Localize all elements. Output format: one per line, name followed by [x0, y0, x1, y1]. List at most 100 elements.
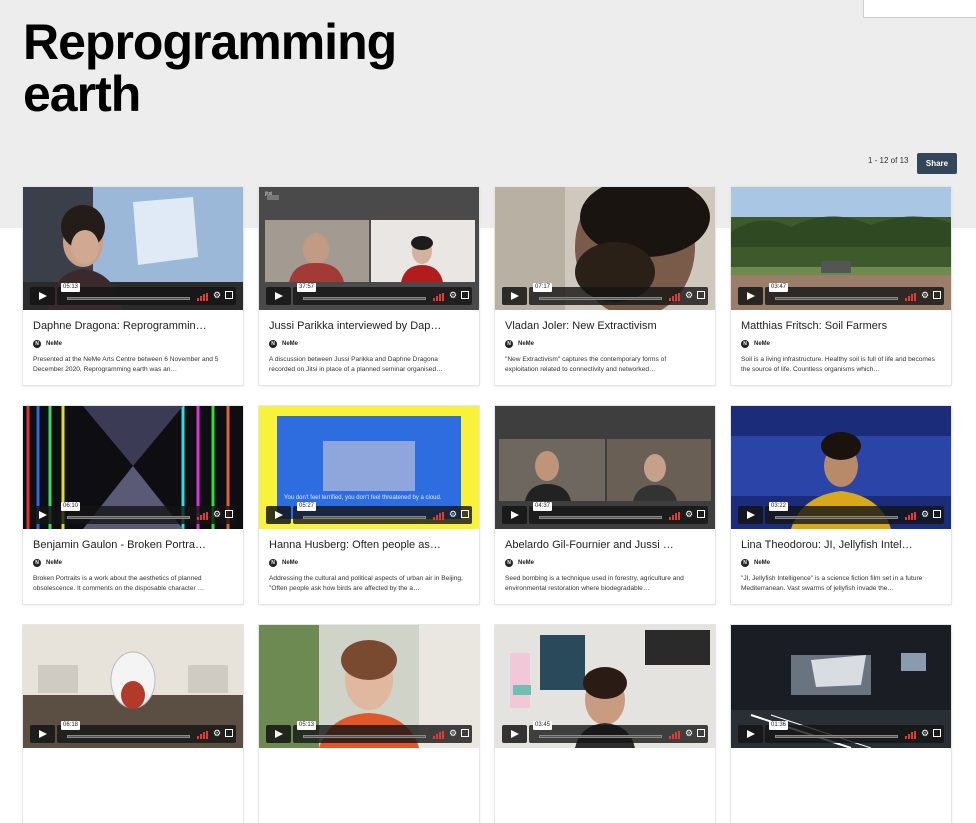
- video-title[interactable]: Matthias Fritsch: Soil Farmers: [741, 320, 943, 332]
- settings-gear-icon[interactable]: ⚙: [921, 729, 930, 738]
- volume-icon[interactable]: [197, 293, 209, 301]
- play-button[interactable]: [266, 506, 291, 524]
- video-thumbnail[interactable]: 07:17 ⚙: [495, 187, 715, 310]
- settings-gear-icon[interactable]: ⚙: [449, 729, 458, 738]
- settings-gear-icon[interactable]: ⚙: [685, 510, 694, 519]
- settings-gear-icon[interactable]: ⚙: [921, 291, 930, 300]
- video-card[interactable]: 05:13 ⚙ Daphne Dragona: Reprogrammin… N …: [23, 187, 243, 385]
- seek-bar[interactable]: [303, 735, 426, 738]
- settings-gear-icon[interactable]: ⚙: [921, 510, 930, 519]
- video-title[interactable]: Lina Theodorou: JI, Jellyfish Intel…: [741, 539, 943, 551]
- channel-info[interactable]: N NeMe: [505, 558, 534, 568]
- video-thumbnail[interactable]: 03:45 ⚙: [495, 625, 715, 748]
- video-title[interactable]: Hanna Husberg: Often people as…: [269, 539, 471, 551]
- search-input[interactable]: [863, 0, 976, 18]
- channel-info[interactable]: N NeMe: [33, 339, 62, 349]
- video-thumbnail[interactable]: 05:13 ⚙: [259, 625, 479, 748]
- play-button[interactable]: [738, 725, 763, 743]
- fullscreen-icon[interactable]: [225, 729, 233, 737]
- share-button[interactable]: Share: [917, 153, 957, 174]
- video-title[interactable]: Abelardo Gil-Fournier and Jussi …: [505, 539, 707, 551]
- fullscreen-icon[interactable]: [933, 510, 941, 518]
- video-card[interactable]: 06:18 ⚙: [23, 625, 243, 823]
- fullscreen-icon[interactable]: [697, 510, 705, 518]
- video-title[interactable]: Vladan Joler: New Extractivism: [505, 320, 707, 332]
- channel-name[interactable]: NeMe: [46, 341, 62, 347]
- channel-info[interactable]: N NeMe: [33, 558, 62, 568]
- video-title[interactable]: Benjamin Gaulon - Broken Portra…: [33, 539, 235, 551]
- video-thumbnail[interactable]: 04:37 ⚙: [495, 406, 715, 529]
- video-thumbnail[interactable]: 03:22 ⚙: [731, 406, 951, 529]
- play-button[interactable]: [30, 725, 55, 743]
- play-button[interactable]: [502, 725, 527, 743]
- video-thumbnail[interactable]: You don't feel terrified, you don't feel…: [259, 406, 479, 529]
- video-title[interactable]: Daphne Dragona: Reprogrammin…: [33, 320, 235, 332]
- volume-icon[interactable]: [669, 512, 681, 520]
- video-thumbnail[interactable]: 05:13 ⚙: [23, 187, 243, 310]
- video-thumbnail[interactable]: 01:36 ⚙: [731, 625, 951, 748]
- volume-icon[interactable]: [905, 293, 917, 301]
- fullscreen-icon[interactable]: [461, 291, 469, 299]
- seek-bar[interactable]: [775, 735, 898, 738]
- play-button[interactable]: [30, 506, 55, 524]
- volume-icon[interactable]: [197, 731, 209, 739]
- seek-bar[interactable]: [539, 516, 662, 519]
- channel-name[interactable]: NeMe: [754, 560, 770, 566]
- seek-bar[interactable]: [775, 516, 898, 519]
- video-thumbnail[interactable]: jitsi 37:57 ⚙: [259, 187, 479, 310]
- play-button[interactable]: [502, 287, 527, 305]
- settings-gear-icon[interactable]: ⚙: [685, 729, 694, 738]
- video-card[interactable]: jitsi 37:57 ⚙ Jussi Parikka interviewed …: [259, 187, 479, 385]
- video-card[interactable]: 03:47 ⚙ Matthias Fritsch: Soil Farmers N…: [731, 187, 951, 385]
- video-card[interactable]: 07:17 ⚙ Vladan Joler: New Extractivism N…: [495, 187, 715, 385]
- channel-info[interactable]: N NeMe: [741, 558, 770, 568]
- play-button[interactable]: [738, 506, 763, 524]
- play-button[interactable]: [266, 725, 291, 743]
- channel-name[interactable]: NeMe: [46, 560, 62, 566]
- seek-bar[interactable]: [67, 297, 190, 300]
- play-button[interactable]: [738, 287, 763, 305]
- volume-icon[interactable]: [433, 731, 445, 739]
- volume-icon[interactable]: [905, 512, 917, 520]
- fullscreen-icon[interactable]: [225, 510, 233, 518]
- seek-bar[interactable]: [775, 297, 898, 300]
- channel-info[interactable]: N NeMe: [269, 339, 298, 349]
- video-card[interactable]: You don't feel terrified, you don't feel…: [259, 406, 479, 604]
- fullscreen-icon[interactable]: [225, 291, 233, 299]
- video-thumbnail[interactable]: 03:47 ⚙: [731, 187, 951, 310]
- channel-name[interactable]: NeMe: [754, 341, 770, 347]
- channel-name[interactable]: NeMe: [282, 560, 298, 566]
- video-thumbnail[interactable]: 06:18 ⚙: [23, 625, 243, 748]
- video-title[interactable]: Jussi Parikka interviewed by Dap…: [269, 320, 471, 332]
- video-card[interactable]: 05:13 ⚙: [259, 625, 479, 823]
- seek-bar[interactable]: [539, 297, 662, 300]
- fullscreen-icon[interactable]: [933, 291, 941, 299]
- play-button[interactable]: [30, 287, 55, 305]
- fullscreen-icon[interactable]: [697, 291, 705, 299]
- seek-bar[interactable]: [67, 735, 190, 738]
- video-card[interactable]: 01:36 ⚙: [731, 625, 951, 823]
- channel-name[interactable]: NeMe: [518, 560, 534, 566]
- channel-info[interactable]: N NeMe: [269, 558, 298, 568]
- settings-gear-icon[interactable]: ⚙: [213, 729, 222, 738]
- fullscreen-icon[interactable]: [933, 729, 941, 737]
- seek-bar[interactable]: [303, 297, 426, 300]
- fullscreen-icon[interactable]: [461, 729, 469, 737]
- video-card[interactable]: 03:22 ⚙ Lina Theodorou: JI, Jellyfish In…: [731, 406, 951, 604]
- settings-gear-icon[interactable]: ⚙: [449, 510, 458, 519]
- fullscreen-icon[interactable]: [461, 510, 469, 518]
- video-card[interactable]: 03:45 ⚙: [495, 625, 715, 823]
- volume-icon[interactable]: [905, 731, 917, 739]
- settings-gear-icon[interactable]: ⚙: [685, 291, 694, 300]
- channel-info[interactable]: N NeMe: [741, 339, 770, 349]
- play-button[interactable]: [266, 287, 291, 305]
- volume-icon[interactable]: [433, 293, 445, 301]
- channel-name[interactable]: NeMe: [282, 341, 298, 347]
- fullscreen-icon[interactable]: [697, 729, 705, 737]
- seek-bar[interactable]: [539, 735, 662, 738]
- settings-gear-icon[interactable]: ⚙: [449, 291, 458, 300]
- settings-gear-icon[interactable]: ⚙: [213, 291, 222, 300]
- volume-icon[interactable]: [669, 731, 681, 739]
- channel-name[interactable]: NeMe: [518, 341, 534, 347]
- volume-icon[interactable]: [669, 293, 681, 301]
